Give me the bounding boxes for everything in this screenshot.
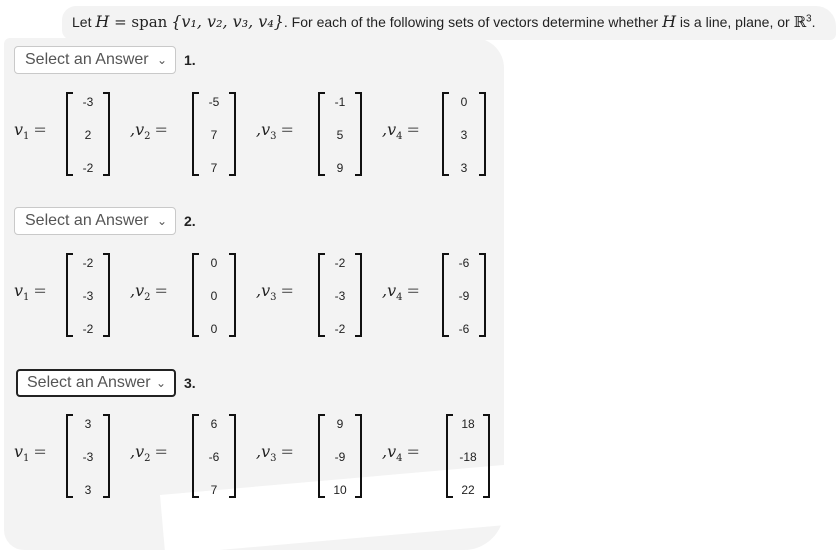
math-vector-set: {v₁, v₂, v₃, v₄} bbox=[171, 12, 284, 31]
question-number-2: 2. bbox=[184, 213, 196, 229]
math-R: ℝ bbox=[793, 13, 807, 31]
intro-text: Let bbox=[72, 14, 96, 30]
vector-entry: 3 bbox=[460, 161, 468, 175]
answer-select-2[interactable]: Select an Answer ⌄ bbox=[14, 207, 176, 235]
vector-entry: -3 bbox=[334, 289, 346, 303]
label-v3: ,v3 = bbox=[256, 442, 294, 465]
chevron-down-icon: ⌄ bbox=[155, 376, 166, 390]
vector-entry: -2 bbox=[82, 161, 94, 175]
label-v2: ,v2 = bbox=[130, 442, 168, 465]
vector-entry: 7 bbox=[210, 128, 218, 142]
vector-entry: 9 bbox=[336, 161, 344, 175]
vector-entry: -3 bbox=[82, 450, 94, 464]
vector-v4: -6 -9 -6 bbox=[442, 253, 486, 337]
vector-entry: -6 bbox=[208, 450, 220, 464]
vector-entry: -2 bbox=[334, 256, 346, 270]
math-H: H bbox=[95, 12, 110, 31]
vector-entry: -18 bbox=[459, 450, 477, 464]
vector-row-2: v1 = -2 -3 -2 ,v2 = 000 ,v3 = -2 -3 -2 ,v4 = -6-… bbox=[0, 253, 500, 337]
vector-v3: -1 5 9 bbox=[318, 92, 362, 176]
math-H: H bbox=[662, 12, 677, 31]
label-v2: ,v2 = bbox=[130, 120, 168, 143]
vector-entry: 6 bbox=[210, 417, 218, 431]
vector-v1: 3 -3 3 bbox=[66, 414, 110, 498]
vector-entry: 0 bbox=[460, 95, 468, 109]
vector-entry: -2 bbox=[334, 322, 346, 336]
vector-entry: -9 bbox=[334, 450, 346, 464]
question-number-1: 1. bbox=[184, 52, 196, 68]
select-value: Select an Answer bbox=[25, 51, 149, 68]
question-intro: Let H = span {v₁, v₂, v₃, v₄}. For each … bbox=[72, 12, 815, 31]
vector-entry: 2 bbox=[84, 128, 92, 142]
label-v4: ,v4 = bbox=[382, 442, 420, 465]
label-v1: v1 = bbox=[14, 281, 47, 304]
vector-entry: 0 bbox=[210, 322, 218, 336]
answer-select-1[interactable]: Select an Answer ⌄ bbox=[14, 46, 176, 74]
vector-entry: -5 bbox=[208, 95, 220, 109]
vector-entry: 22 bbox=[461, 483, 475, 497]
label-v1: v1 = bbox=[14, 442, 47, 465]
vector-v2: 6 -6 7 bbox=[192, 414, 236, 498]
vector-entry: 0 bbox=[210, 289, 218, 303]
vector-entry: -2 bbox=[82, 322, 94, 336]
chevron-down-icon: ⌄ bbox=[156, 214, 167, 228]
vector-v1: -3 2 -2 bbox=[66, 92, 110, 176]
vector-row-3: v1 = 3 -3 3 ,v2 = 6 -6 7 ,v3 = 9 -9 10 ,v4 = 18 -18… bbox=[0, 414, 500, 498]
vector-entry: -9 bbox=[458, 289, 470, 303]
label-v3: ,v3 = bbox=[256, 120, 294, 143]
vector-entry: 3 bbox=[84, 417, 92, 431]
vector-entry: 7 bbox=[210, 161, 218, 175]
vector-entry: 3 bbox=[84, 483, 92, 497]
vector-entry: -1 bbox=[334, 95, 346, 109]
select-value: Select an Answer bbox=[27, 374, 151, 391]
vector-entry: -3 bbox=[82, 95, 94, 109]
vector-v4: 18 -18 22 bbox=[446, 414, 490, 498]
vector-v2: -5 7 7 bbox=[192, 92, 236, 176]
vector-row-1: v1 = -3 2 -2 ,v2 = -5 7 7 ,v3 = -1 5 9 ,v4 = 0 3 3 bbox=[0, 92, 500, 176]
vector-v3: -2 -3 -2 bbox=[318, 253, 362, 337]
select-value: Select an Answer bbox=[25, 212, 149, 229]
vector-entry: 0 bbox=[210, 256, 218, 270]
math-span: span bbox=[131, 13, 168, 31]
vector-entry: -3 bbox=[82, 289, 94, 303]
vector-v3: 9 -9 10 bbox=[318, 414, 362, 498]
label-v4: ,v4 = bbox=[382, 281, 420, 304]
vector-entry: -2 bbox=[82, 256, 94, 270]
label-v4: ,v4 = bbox=[382, 120, 420, 143]
vector-v1: -2 -3 -2 bbox=[66, 253, 110, 337]
chevron-down-icon: ⌄ bbox=[156, 53, 167, 67]
vector-entry: 10 bbox=[333, 483, 347, 497]
vector-entry: 5 bbox=[336, 128, 344, 142]
question-number-3: 3. bbox=[184, 375, 196, 391]
vector-entry: 7 bbox=[210, 483, 218, 497]
vector-entry: -6 bbox=[458, 256, 470, 270]
vector-v4: 0 3 3 bbox=[442, 92, 486, 176]
label-v2: ,v2 = bbox=[130, 281, 168, 304]
vector-entry: 9 bbox=[336, 417, 344, 431]
vector-entry: -6 bbox=[458, 322, 470, 336]
math-equals: = bbox=[109, 13, 132, 31]
intro-text: . For each of the following sets of vect… bbox=[283, 14, 663, 30]
label-v3: ,v3 = bbox=[256, 281, 294, 304]
answer-select-3[interactable]: Select an Answer ⌄ bbox=[16, 369, 176, 397]
vector-entry: 3 bbox=[460, 128, 468, 142]
intro-text: is a line, plane, or bbox=[676, 14, 794, 30]
label-v1: v1 = bbox=[14, 120, 47, 143]
vector-v2: 0 0 0 bbox=[192, 253, 236, 337]
vector-entry: 18 bbox=[461, 417, 475, 431]
intro-text: . bbox=[811, 14, 816, 30]
